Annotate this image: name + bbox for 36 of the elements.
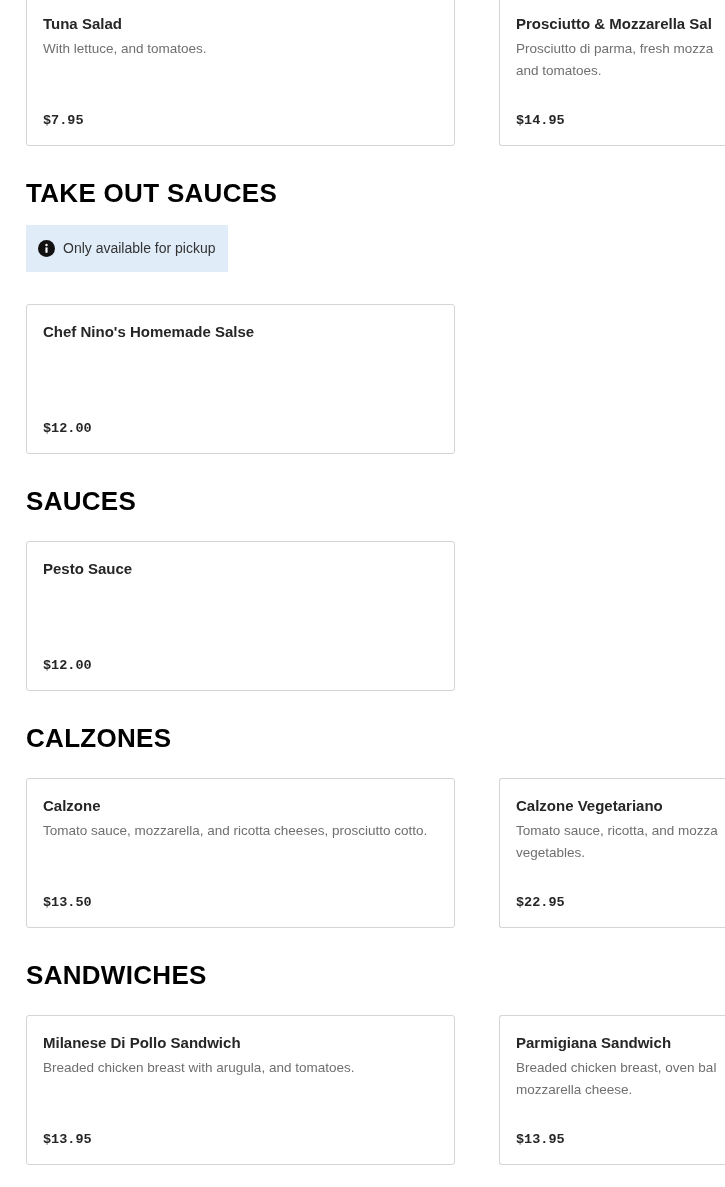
item-name: Chef Nino's Homemade Salse	[43, 322, 256, 342]
item-price: $22.95	[516, 893, 566, 912]
item-description: Tomato sauce, mozzarella, and ricotta cheeses, prosciutto cotto.	[43, 822, 429, 840]
info-icon	[38, 240, 55, 257]
item-name: Prosciutto & Mozzarella Sal	[516, 14, 713, 34]
item-description: Breaded chicken breast with arugula, and tomatoes.	[43, 1059, 356, 1077]
item-price: $13.95	[516, 1130, 566, 1149]
item-price: $13.50	[43, 893, 93, 912]
menu-item-card[interactable]: Calzone Tomato sauce, mozzarella, and ricotta cheeses, prosciutto cotto. $13.50	[26, 778, 455, 928]
menu-item-card[interactable]: Parmigiana Sandwich Breaded chicken breast, oven bal mozzarella cheese. $13.95	[499, 1015, 725, 1165]
item-name: Parmigiana Sandwich	[516, 1033, 673, 1053]
section-heading: SANDWICHES	[26, 959, 208, 992]
item-description: Breaded chicken breast, oven bal mozzarella cheese.	[516, 1059, 718, 1099]
item-price: $12.00	[43, 656, 93, 675]
item-name: Milanese Di Pollo Sandwich	[43, 1033, 242, 1053]
item-name: Pesto Sauce	[43, 559, 134, 579]
notice-text: Only available for pickup	[63, 239, 216, 258]
item-price: $7.95	[43, 111, 85, 130]
item-description: Prosciutto di parma, fresh mozza and tomatoes.	[516, 40, 715, 80]
menu-item-card[interactable]: Milanese Di Pollo Sandwich Breaded chicken breast with arugula, and tomatoes. $13.95	[26, 1015, 455, 1165]
section-heading: SAUCES	[26, 485, 138, 518]
menu-item-card[interactable]: Chef Nino's Homemade Salse $12.00	[26, 304, 455, 454]
section-heading: TAKE OUT SAUCES	[26, 177, 279, 210]
item-name: Calzone	[43, 796, 102, 816]
item-description: With lettuce, and tomatoes.	[43, 40, 208, 58]
menu-item-card[interactable]: Calzone Vegetariano Tomato sauce, ricotta, and mozza vegetables. $22.95	[499, 778, 725, 928]
item-price: $12.00	[43, 419, 93, 438]
item-price: $13.95	[43, 1130, 93, 1149]
item-name: Tuna Salad	[43, 14, 123, 34]
menu-item-card[interactable]: Tuna Salad With lettuce, and tomatoes. $7.95	[26, 0, 455, 146]
item-price: $14.95	[516, 111, 566, 130]
menu-item-card[interactable]: Pesto Sauce $12.00	[26, 541, 455, 691]
section-heading: CALZONES	[26, 722, 173, 755]
menu-item-card[interactable]: Prosciutto & Mozzarella Sal Prosciutto di parma, fresh mozza and tomatoes. $14.95	[499, 0, 725, 146]
item-name: Calzone Vegetariano	[516, 796, 664, 816]
item-description: Tomato sauce, ricotta, and mozza vegetables.	[516, 822, 719, 862]
